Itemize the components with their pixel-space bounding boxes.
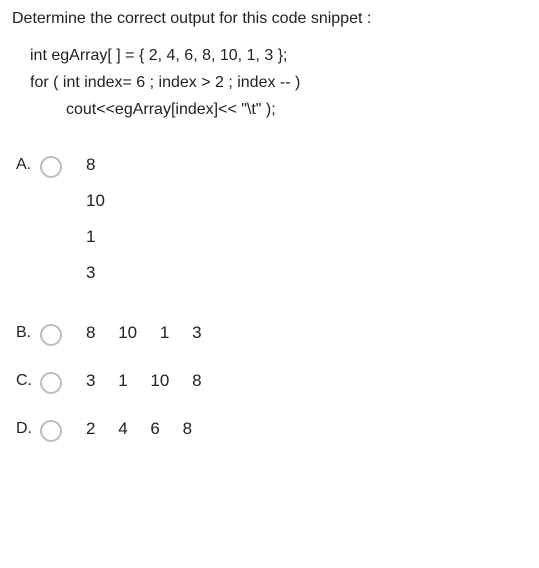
option-b[interactable]: B. 8 10 1 3 <box>16 322 527 346</box>
option-b-answer: 8 10 1 3 <box>86 322 220 344</box>
question-text: Determine the correct output for this co… <box>12 10 527 28</box>
option-a-value-3: 1 <box>86 226 105 248</box>
option-a-value-4: 3 <box>86 262 105 284</box>
option-d-value-2: 4 <box>118 418 127 440</box>
radio-b[interactable] <box>40 324 62 346</box>
option-d-letter: D. <box>16 418 40 438</box>
option-d-value-3: 6 <box>150 418 159 440</box>
option-a[interactable]: A. 8 10 1 3 <box>16 154 527 298</box>
option-c-answer: 3 1 10 8 <box>86 370 220 392</box>
option-c-value-3: 10 <box>150 370 169 392</box>
options-list: A. 8 10 1 3 B. 8 10 1 3 C. 3 1 <box>16 154 527 442</box>
code-line-2: for ( int index= 6 ; index > 2 ; index -… <box>30 69 527 96</box>
option-b-letter: B. <box>16 322 40 342</box>
radio-c[interactable] <box>40 372 62 394</box>
option-a-value-1: 8 <box>86 154 105 176</box>
option-c-letter: C. <box>16 370 40 390</box>
option-a-letter: A. <box>16 154 40 174</box>
option-c-value-4: 8 <box>192 370 201 392</box>
option-c-value-2: 1 <box>118 370 127 392</box>
code-line-3: cout<<egArray[index]<< "\t" ); <box>66 96 527 123</box>
option-a-value-2: 10 <box>86 190 105 212</box>
option-c-value-1: 3 <box>86 370 95 392</box>
radio-a[interactable] <box>40 156 62 178</box>
option-d-answer: 2 4 6 8 <box>86 418 210 440</box>
option-b-value-1: 8 <box>86 322 95 344</box>
option-a-answer: 8 10 1 3 <box>86 154 105 298</box>
option-c[interactable]: C. 3 1 10 8 <box>16 370 527 394</box>
option-b-value-2: 10 <box>118 322 137 344</box>
option-d[interactable]: D. 2 4 6 8 <box>16 418 527 442</box>
option-b-value-3: 1 <box>160 322 169 344</box>
option-d-value-1: 2 <box>86 418 95 440</box>
code-snippet: int egArray[ ] = { 2, 4, 6, 8, 10, 1, 3 … <box>30 42 527 124</box>
radio-d[interactable] <box>40 420 62 442</box>
option-d-value-4: 8 <box>183 418 192 440</box>
option-b-value-4: 3 <box>192 322 201 344</box>
code-line-1: int egArray[ ] = { 2, 4, 6, 8, 10, 1, 3 … <box>30 42 527 69</box>
